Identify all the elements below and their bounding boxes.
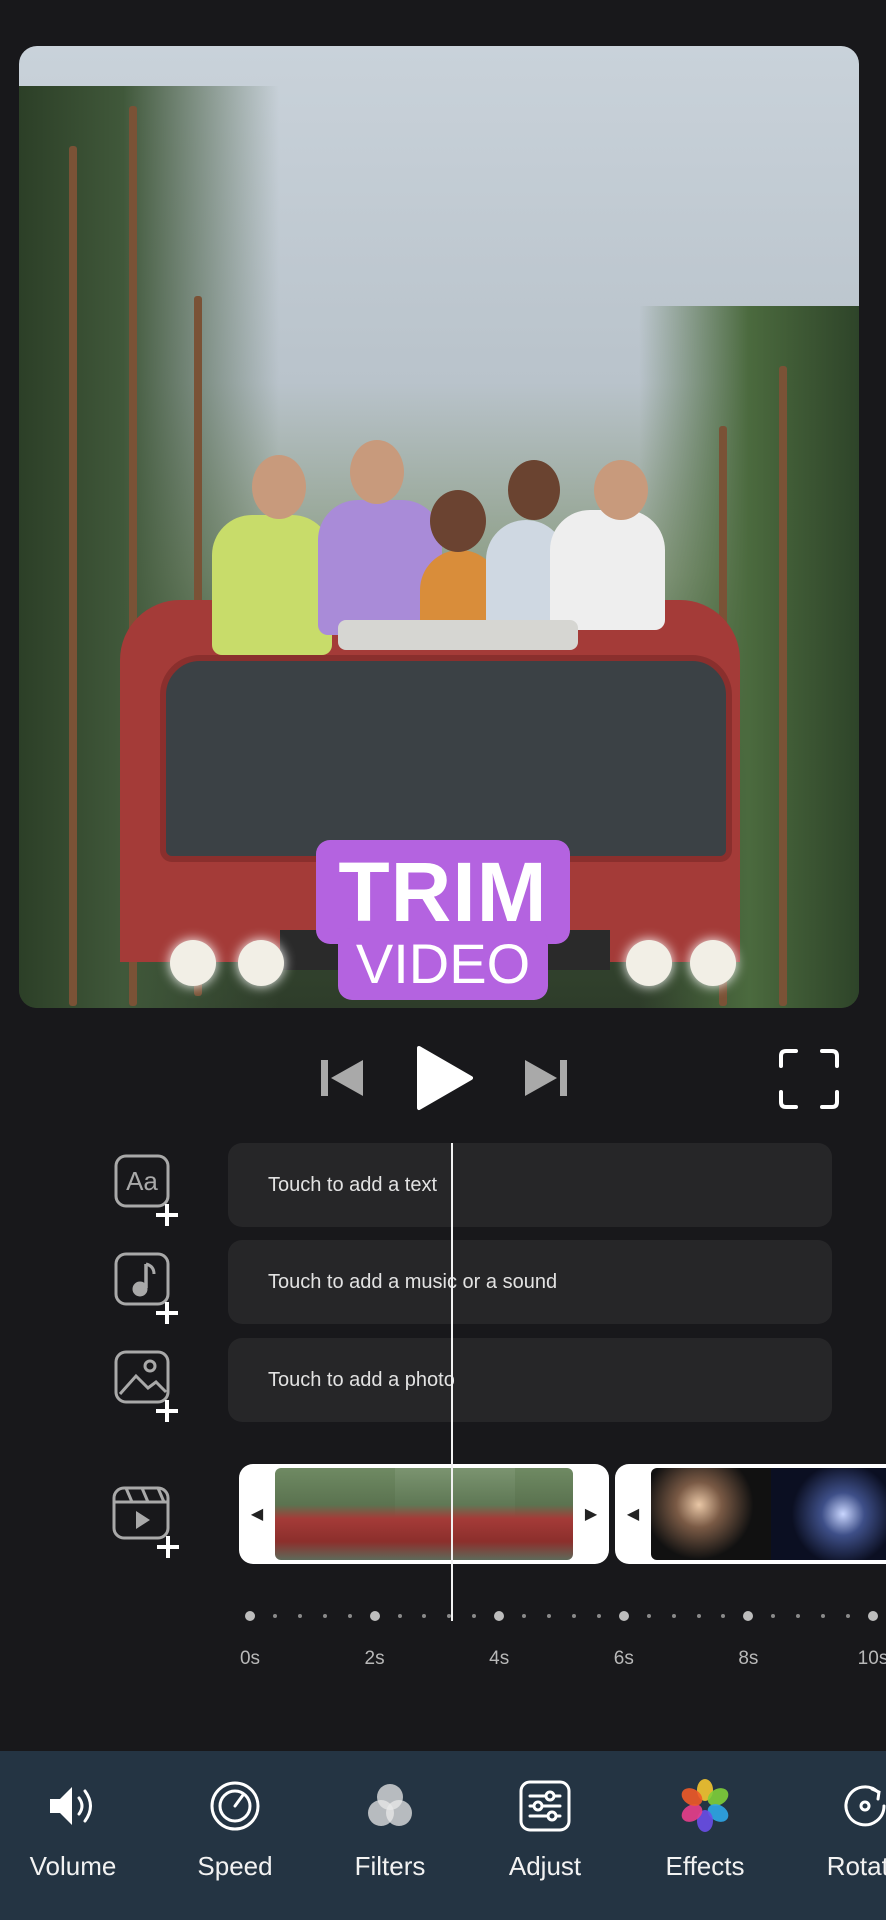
ruler-major-tick	[494, 1611, 505, 1621]
ruler-tick-label: 2s	[364, 1648, 385, 1669]
ruler-minor-tick	[472, 1614, 477, 1618]
ruler-minor-tick	[771, 1614, 776, 1618]
ruler-minor-tick	[347, 1614, 352, 1618]
ruler-minor-tick	[422, 1614, 427, 1618]
ruler-minor-tick	[571, 1614, 576, 1618]
ruler-tick-label: 6s	[613, 1648, 634, 1669]
trim-handle-right[interactable]: ▶	[573, 1464, 609, 1564]
tree-trunk	[69, 146, 77, 1006]
ruler-major-tick	[369, 1611, 380, 1621]
clip-frames	[651, 1468, 886, 1560]
ruler-minor-tick	[297, 1614, 302, 1618]
tool-effects[interactable]: Effects	[630, 1779, 780, 1882]
tool-label: Volume	[29, 1851, 117, 1881]
video-clip[interactable]: ◀	[615, 1464, 886, 1564]
person-head	[350, 440, 404, 504]
clip-frames	[275, 1468, 573, 1560]
headlight	[170, 940, 216, 986]
ruler-minor-tick	[646, 1614, 651, 1618]
ruler-major-tick	[868, 1611, 878, 1621]
person-head	[594, 460, 648, 520]
ruler-minor-tick	[796, 1614, 801, 1618]
ruler-tick-label: 0s	[239, 1648, 261, 1669]
ruler-tick-label: 4s	[489, 1648, 510, 1669]
ruler-minor-tick	[696, 1614, 701, 1618]
headlight	[238, 940, 284, 986]
photo-track[interactable]: Touch to add a photo	[228, 1338, 832, 1422]
headlight	[690, 940, 736, 986]
clip-frame	[275, 1468, 395, 1560]
tree-trunk	[779, 366, 787, 1006]
ruler-minor-tick	[846, 1614, 851, 1618]
person-head	[430, 490, 486, 552]
ruler-minor-tick	[322, 1614, 327, 1618]
tool-rotate[interactable]: Rotate	[790, 1779, 886, 1882]
ruler-minor-tick	[821, 1614, 826, 1618]
tool-volume[interactable]: Volume	[0, 1779, 148, 1882]
tool-label: Effects	[665, 1851, 745, 1881]
clip-frame	[651, 1468, 771, 1560]
tool-speed[interactable]: Speed	[160, 1779, 310, 1882]
ruler-minor-tick	[721, 1614, 726, 1618]
van-roof-hatch	[338, 620, 578, 650]
clip-frame	[395, 1468, 515, 1560]
svg-text:Aa: Aa	[126, 1166, 158, 1196]
clip-frame	[771, 1468, 886, 1560]
ruler-tick-label: 8s	[738, 1648, 759, 1669]
bottom-toolbar: Volume Speed Filters Adjust Effects Rota…	[0, 1751, 886, 1920]
text-track[interactable]: Touch to add a text	[228, 1143, 832, 1227]
trim-video-overlay[interactable]: TRIM VIDEO	[316, 840, 570, 1000]
tool-label: Filters	[354, 1851, 426, 1881]
adjust-icon	[518, 1779, 572, 1833]
headlight	[626, 940, 672, 986]
person	[212, 515, 332, 655]
ruler-major-tick	[618, 1611, 629, 1621]
add-text-icon[interactable]: Aa	[110, 1152, 188, 1230]
van-windshield	[160, 655, 732, 862]
tool-label: Adjust	[508, 1851, 582, 1881]
skip-next-icon[interactable]	[512, 1053, 578, 1103]
add-clip-icon[interactable]	[108, 1478, 192, 1562]
ruler-minor-tick	[596, 1614, 601, 1618]
trim-handle-left[interactable]: ◀	[615, 1464, 651, 1564]
tool-filters[interactable]: Filters	[315, 1779, 465, 1882]
add-photo-icon[interactable]	[110, 1348, 188, 1426]
tool-adjust[interactable]: Adjust	[470, 1779, 620, 1882]
timeline-ruler: 0s 2s 4s 6s 8s 10s	[230, 1606, 886, 1669]
person-head	[508, 460, 560, 520]
ruler-tick-label: 10s	[857, 1648, 886, 1669]
ruler-minor-tick	[272, 1614, 277, 1618]
effects-icon	[678, 1779, 732, 1833]
person	[550, 510, 665, 630]
add-music-icon[interactable]	[110, 1250, 188, 1328]
ruler-minor-tick	[547, 1614, 552, 1618]
ruler-minor-tick	[671, 1614, 676, 1618]
speed-icon	[208, 1779, 262, 1833]
fullscreen-icon[interactable]	[776, 1046, 842, 1112]
ruler-major-tick	[245, 1611, 255, 1621]
tool-label: Speed	[197, 1851, 273, 1881]
person-head	[252, 455, 306, 519]
playhead[interactable]	[451, 1143, 453, 1621]
volume-icon	[46, 1779, 100, 1833]
music-track[interactable]: Touch to add a music or a sound	[228, 1240, 832, 1324]
ruler-major-tick	[743, 1611, 754, 1621]
ruler-minor-tick	[522, 1614, 527, 1618]
filters-icon	[363, 1779, 417, 1833]
ruler-minor-tick	[397, 1614, 402, 1618]
trim-handle-left[interactable]: ◀	[239, 1464, 275, 1564]
clip-frame	[515, 1468, 573, 1560]
overlay-subtitle: VIDEO	[338, 928, 548, 1000]
skip-previous-icon[interactable]	[310, 1053, 376, 1103]
play-icon[interactable]	[408, 1040, 478, 1116]
rotate-icon	[838, 1779, 886, 1833]
ruler-minor-tick	[447, 1614, 452, 1618]
tool-label: Rotate	[826, 1851, 886, 1881]
video-clip[interactable]: ◀ ▶	[239, 1464, 609, 1564]
